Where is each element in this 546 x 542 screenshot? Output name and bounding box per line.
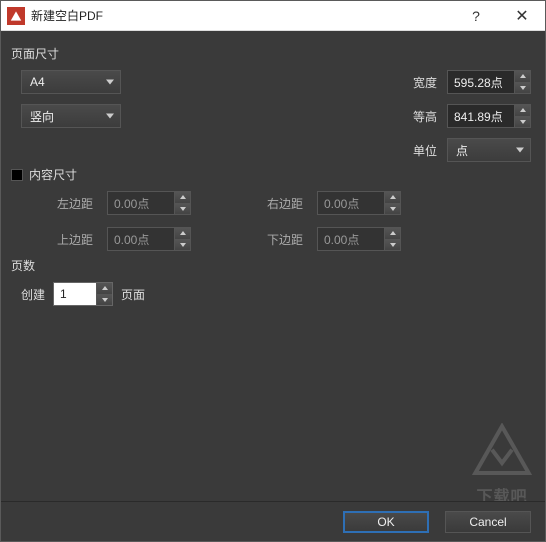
unit-value: 点 — [456, 142, 468, 159]
height-spinner[interactable]: 841.89点 — [447, 104, 531, 128]
width-row: 宽度 595.28点 — [397, 70, 531, 94]
spin-up-icon[interactable] — [384, 228, 400, 240]
right-margin-label: 右边距 — [251, 195, 303, 212]
spin-down-icon[interactable] — [96, 295, 112, 306]
bottom-margin-value: 0.00点 — [324, 231, 359, 248]
spin-up-icon[interactable] — [96, 283, 112, 295]
width-label: 宽度 — [397, 74, 437, 91]
spin-up-icon[interactable] — [514, 71, 530, 83]
top-margin-row: 上边距 0.00点 — [41, 227, 191, 251]
content-right-col: 右边距 0.00点 下边距 0.00点 — [251, 191, 401, 251]
app-icon — [7, 7, 25, 25]
title-bar: 新建空白PDF ? ✕ — [1, 1, 545, 31]
left-margin-value: 0.00点 — [114, 195, 149, 212]
create-suffix: 页面 — [121, 286, 145, 303]
chevron-down-icon — [516, 148, 524, 153]
dialog-window: 新建空白PDF ? ✕ 页面尺寸 A4 竖向 宽度 — [0, 0, 546, 542]
content-size-header: 内容尺寸 — [11, 166, 535, 183]
spin-down-icon[interactable] — [514, 117, 530, 128]
spin-up-icon[interactable] — [384, 192, 400, 204]
page-size-label: 页面尺寸 — [11, 45, 535, 62]
unit-label: 单位 — [397, 142, 437, 159]
page-count-spinner[interactable]: 1 — [53, 282, 113, 306]
height-row: 等高 841.89点 — [397, 104, 531, 128]
preset-value: A4 — [30, 75, 45, 89]
cancel-button[interactable]: Cancel — [445, 511, 531, 533]
spin-up-icon[interactable] — [174, 228, 190, 240]
width-spinner[interactable]: 595.28点 — [447, 70, 531, 94]
page-count-value: 1 — [60, 287, 67, 301]
page-size-section: A4 竖向 宽度 595.28点 等高 — [11, 70, 535, 162]
window-title: 新建空白PDF — [31, 7, 453, 24]
height-label: 等高 — [397, 108, 437, 125]
left-margin-row: 左边距 0.00点 — [41, 191, 191, 215]
spin-down-icon[interactable] — [174, 240, 190, 251]
top-margin-value: 0.00点 — [114, 231, 149, 248]
dialog-footer: OK Cancel — [1, 501, 545, 541]
orientation-combo[interactable]: 竖向 — [21, 104, 121, 128]
spin-down-icon[interactable] — [384, 204, 400, 215]
help-button[interactable]: ? — [453, 1, 499, 30]
right-margin-spinner[interactable]: 0.00点 — [317, 191, 401, 215]
height-value: 841.89点 — [454, 108, 503, 125]
content-left-col: 左边距 0.00点 上边距 0.00点 — [41, 191, 191, 251]
close-button[interactable]: ✕ — [499, 1, 545, 30]
pages-label: 页数 — [11, 257, 535, 274]
spin-up-icon[interactable] — [174, 192, 190, 204]
spin-up-icon[interactable] — [514, 105, 530, 117]
content-size-label: 内容尺寸 — [29, 166, 77, 183]
chevron-down-icon — [106, 114, 114, 119]
content-size-section: 左边距 0.00点 上边距 0.00点 右边距 — [11, 191, 535, 251]
left-margin-spinner[interactable]: 0.00点 — [107, 191, 191, 215]
unit-row: 单位 点 — [397, 138, 531, 162]
watermark-logo-icon — [466, 423, 538, 483]
bottom-margin-row: 下边距 0.00点 — [251, 227, 401, 251]
right-margin-value: 0.00点 — [324, 195, 359, 212]
page-size-right: 宽度 595.28点 等高 841.89点 单位 点 — [161, 70, 535, 162]
top-margin-label: 上边距 — [41, 231, 93, 248]
bottom-margin-label: 下边距 — [251, 231, 303, 248]
ok-button[interactable]: OK — [343, 511, 429, 533]
create-prefix: 创建 — [21, 286, 45, 303]
dialog-body: 页面尺寸 A4 竖向 宽度 595.28点 — [1, 31, 545, 541]
page-size-left: A4 竖向 — [11, 70, 161, 162]
spin-down-icon[interactable] — [514, 83, 530, 94]
chevron-down-icon — [106, 80, 114, 85]
top-margin-spinner[interactable]: 0.00点 — [107, 227, 191, 251]
pages-section: 创建 1 页面 — [11, 282, 535, 306]
spin-down-icon[interactable] — [174, 204, 190, 215]
content-size-checkbox[interactable] — [11, 169, 23, 181]
orientation-value: 竖向 — [30, 108, 54, 125]
unit-combo[interactable]: 点 — [447, 138, 531, 162]
preset-combo[interactable]: A4 — [21, 70, 121, 94]
bottom-margin-spinner[interactable]: 0.00点 — [317, 227, 401, 251]
width-value: 595.28点 — [454, 74, 503, 91]
right-margin-row: 右边距 0.00点 — [251, 191, 401, 215]
spin-down-icon[interactable] — [384, 240, 400, 251]
title-buttons: ? ✕ — [453, 1, 545, 30]
left-margin-label: 左边距 — [41, 195, 93, 212]
